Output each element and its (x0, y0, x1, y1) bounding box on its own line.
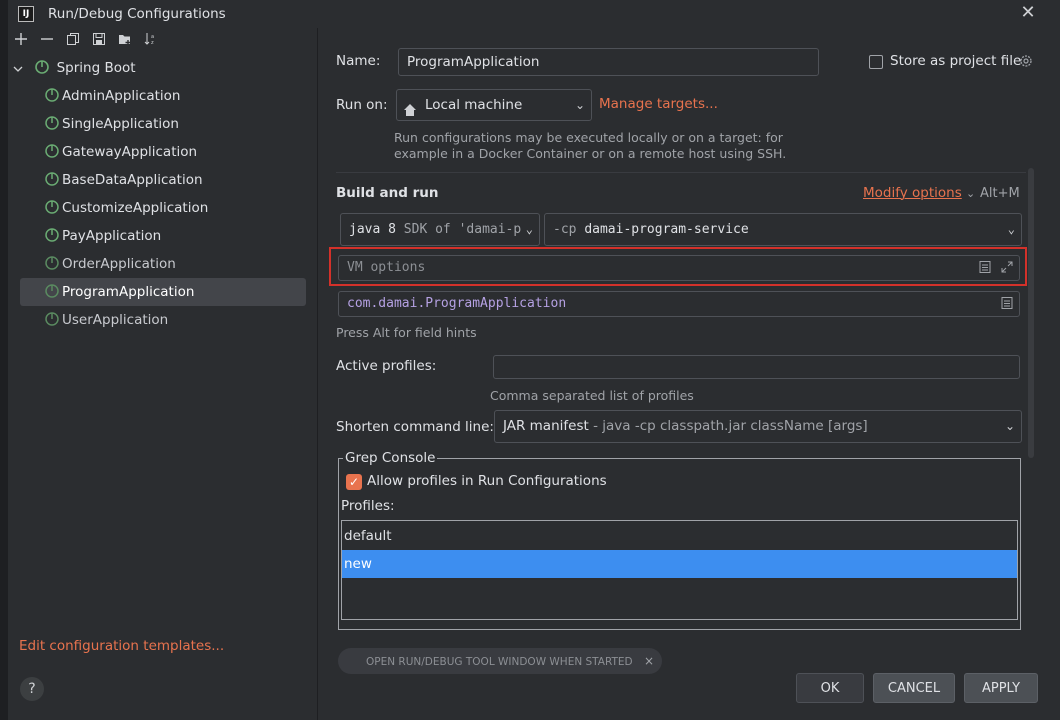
spring-boot-icon (44, 225, 60, 242)
chevron-down-icon: ⌄ (523, 214, 533, 245)
tree-root-spring-boot[interactable]: Spring Boot (12, 54, 136, 82)
name-input[interactable]: ProgramApplication (398, 48, 819, 76)
tree-item-pay[interactable]: PayApplication (44, 222, 161, 250)
chip-label: OPEN RUN/DEBUG TOOL WINDOW WHEN STARTED (366, 656, 633, 668)
allow-profiles-checkbox[interactable]: ✓ (346, 474, 362, 490)
store-checkbox[interactable] (869, 55, 883, 69)
sdk-value: java 8 (349, 222, 396, 237)
tree-item-label: ProgramApplication (62, 284, 195, 300)
chevron-down-icon: ⌄ (1007, 222, 1015, 236)
spring-boot-icon (44, 253, 60, 270)
tree-item-customize[interactable]: CustomizeApplication (44, 194, 208, 222)
grep-console-title: Grep Console (343, 450, 438, 466)
field-hint: Press Alt for field hints (336, 325, 477, 340)
run-on-hint-line1: Run configurations may be executed local… (394, 130, 783, 145)
spring-boot-icon (44, 85, 60, 102)
window-title: Run/Debug Configurations (48, 6, 226, 22)
app-logo-icon: IJ (18, 6, 34, 22)
tree-item-order[interactable]: OrderApplication (44, 250, 176, 278)
tree-item-label: SingleApplication (62, 116, 179, 132)
tree-item-program[interactable]: ProgramApplication (44, 278, 194, 306)
home-icon (403, 98, 417, 116)
tree-item-label: PayApplication (62, 228, 162, 244)
open-tool-window-chip[interactable]: OPEN RUN/DEBUG TOOL WINDOW WHEN STARTED … (338, 648, 662, 674)
manage-targets-link[interactable]: Manage targets... (599, 96, 718, 112)
active-profiles-label: Active profiles: (336, 358, 437, 374)
shorten-select[interactable]: JAR manifest - java -cp classpath.jar cl… (494, 410, 1022, 443)
tree-item-label: OrderApplication (62, 256, 176, 272)
spring-boot-icon (44, 309, 60, 326)
close-icon[interactable]: × (644, 654, 654, 668)
chevron-down-icon: ⌄ (966, 187, 976, 200)
modify-shortcut: Alt+M (980, 186, 1020, 201)
profile-item[interactable]: default (342, 522, 1017, 550)
spring-boot-icon (44, 197, 60, 214)
tree-item-gateway[interactable]: GatewayApplication (44, 138, 197, 166)
spring-boot-icon (44, 169, 60, 186)
classpath-select[interactable]: -cp damai-program-service ⌄ (544, 213, 1022, 246)
main-class-input[interactable]: com.damai.ProgramApplication (338, 291, 1020, 317)
tree-item-label: GatewayApplication (62, 144, 198, 160)
chevron-down-icon (12, 57, 28, 73)
tree-item-label: CustomizeApplication (62, 200, 209, 216)
chevron-down-icon: ⌄ (574, 98, 585, 112)
active-profiles-input[interactable] (493, 355, 1020, 379)
copy-icon[interactable] (64, 32, 82, 50)
cancel-button[interactable]: CANCEL (873, 673, 955, 703)
background-edge (0, 0, 8, 720)
sdk-select[interactable]: java 8 SDK of 'damai-p ⌄ (340, 213, 540, 246)
active-profiles-hint: Comma separated list of profiles (490, 388, 694, 403)
run-on-value: Local machine (425, 97, 523, 113)
tree-item-label: BaseDataApplication (62, 172, 203, 188)
allow-profiles-label: Allow profiles in Run Configurations (367, 473, 607, 489)
spring-boot-icon (44, 281, 60, 298)
apply-button[interactable]: APPLY (964, 673, 1038, 703)
add-icon[interactable] (12, 32, 30, 50)
cp-prefix: -cp (553, 222, 577, 237)
folder-add-icon[interactable] (116, 32, 134, 50)
save-icon[interactable] (90, 32, 108, 50)
modify-options-label: Modify options (863, 185, 962, 201)
shorten-value: JAR manifest (503, 418, 589, 434)
shorten-label: Shorten command line: (336, 419, 494, 435)
remove-icon[interactable] (38, 32, 56, 50)
scrollbar[interactable] (1028, 168, 1034, 458)
tree-item-user[interactable]: UserApplication (44, 306, 168, 334)
cp-value: damai-program-service (584, 222, 749, 237)
spring-boot-icon (44, 141, 60, 158)
tree-item-label: UserApplication (62, 312, 169, 328)
gear-icon[interactable] (1018, 53, 1034, 69)
spring-boot-icon (34, 57, 50, 74)
tree-item-label: AdminApplication (62, 88, 181, 104)
tree-item-admin[interactable]: AdminApplication (44, 82, 180, 110)
spring-boot-icon (44, 113, 60, 130)
run-on-select[interactable]: Local machine ⌄ (396, 89, 592, 121)
build-run-title: Build and run (336, 185, 439, 201)
modify-options-button[interactable]: Modify options ⌄ (863, 185, 975, 201)
store-label: Store as project file (890, 53, 1022, 69)
vm-options-highlight (329, 247, 1027, 286)
run-on-label: Run on: (336, 97, 388, 113)
chevron-down-icon: ⌄ (1004, 419, 1015, 433)
help-button[interactable]: ? (20, 677, 44, 701)
profiles-label: Profiles: (341, 498, 395, 514)
svg-text:z: z (151, 40, 154, 46)
section-divider (336, 172, 1026, 173)
name-label: Name: (336, 53, 381, 69)
run-on-hint-line2: example in a Docker Container or on a re… (394, 146, 787, 161)
browse-icon[interactable] (1000, 296, 1014, 310)
ok-button[interactable]: OK (796, 673, 864, 703)
edit-templates-link[interactable]: Edit configuration templates... (19, 638, 224, 654)
profiles-list: default new (341, 520, 1018, 620)
sdk-detail: SDK of 'damai-p (403, 222, 522, 237)
shorten-detail: - java -cp classpath.jar className [args… (593, 418, 868, 434)
sort-icon[interactable]: az (142, 32, 160, 50)
tree-item-basedata[interactable]: BaseDataApplication (44, 166, 203, 194)
close-icon[interactable]: ✕ (1018, 3, 1038, 23)
tree-root-label: Spring Boot (56, 60, 136, 76)
tree-item-single[interactable]: SingleApplication (44, 110, 179, 138)
profile-item[interactable]: new (342, 550, 1017, 578)
